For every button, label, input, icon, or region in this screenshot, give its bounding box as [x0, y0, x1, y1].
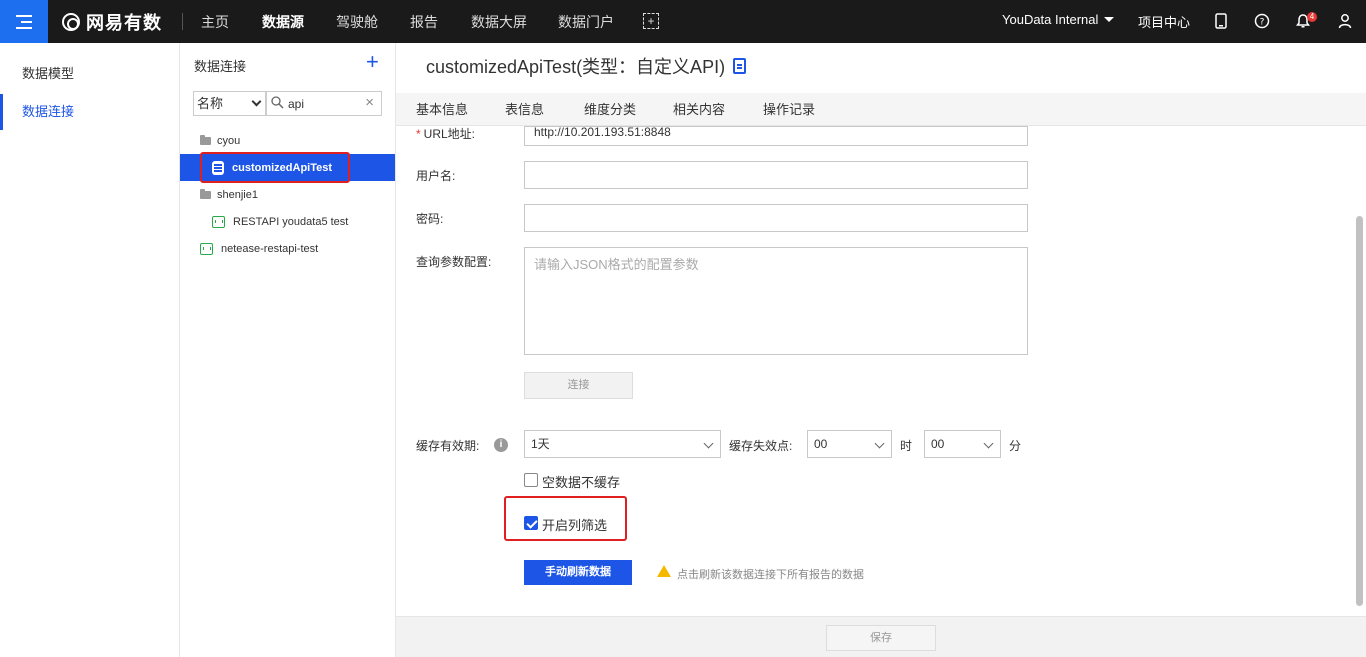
add-connection-icon[interactable]: +	[366, 51, 379, 73]
search-icon	[271, 96, 284, 109]
folder-icon	[200, 134, 211, 145]
expire-label: 缓存失效点:	[729, 439, 793, 453]
logo[interactable]: 网易有数	[62, 9, 162, 35]
scroll-thumb[interactable]	[1356, 216, 1363, 606]
query-params-textarea[interactable]: 请输入JSON格式的配置参数	[524, 247, 1028, 355]
expire-minute-select[interactable]: 00	[924, 430, 1001, 458]
filter-field-value: 名称	[197, 96, 224, 111]
chevron-down-icon	[703, 438, 714, 449]
tab-related[interactable]: 相关内容	[673, 99, 725, 118]
search-value: api	[288, 97, 305, 111]
sidebar-item-data-connection[interactable]: 数据连接	[0, 94, 179, 130]
highlight-box	[200, 152, 350, 183]
api-icon	[200, 242, 213, 255]
cache-label: 缓存有效期:	[416, 439, 480, 453]
tree-folder-shenjie1[interactable]: shenjie1	[180, 181, 395, 208]
chevron-down-icon	[1104, 17, 1115, 22]
notification-badge: 4	[1307, 12, 1317, 22]
nav-item-bigscreen[interactable]: 数据大屏	[471, 12, 527, 32]
warning-icon	[657, 565, 671, 577]
tab-basic-info[interactable]: 基本信息	[416, 99, 468, 118]
chevron-down-icon	[251, 96, 262, 107]
search-input[interactable]: api ×	[266, 91, 382, 116]
connect-button[interactable]: 连接	[524, 372, 633, 399]
tree-node-label: shenjie1	[217, 188, 258, 201]
document-icon[interactable]	[733, 58, 747, 74]
nav-item-datasource[interactable]: 数据源	[262, 12, 304, 32]
add-frame-icon[interactable]: +	[643, 13, 659, 29]
left-sidebar: 数据模型 数据连接	[0, 43, 180, 657]
tree-node-label: RESTAPI youdata5 test	[233, 215, 349, 228]
chevron-down-icon	[983, 438, 994, 449]
password-label: 密码:	[416, 212, 444, 226]
api-icon	[212, 215, 225, 228]
query-params-placeholder: 请输入JSON格式的配置参数	[534, 257, 699, 272]
page-title: customizedApiTest(类型：自定义API)	[426, 53, 747, 79]
help-icon[interactable]: ?	[1253, 12, 1271, 30]
user-menu[interactable]: YouData Internal	[1002, 12, 1115, 27]
tab-operation-log[interactable]: 操作记录	[763, 99, 815, 118]
main-content: customizedApiTest(类型：自定义API) 基本信息 表信息 维度…	[396, 43, 1366, 657]
footer-bar: 保存	[396, 616, 1366, 657]
query-params-label: 查询参数配置:	[416, 255, 492, 269]
nav-divider	[182, 13, 183, 30]
tab-table-info[interactable]: 表信息	[505, 99, 544, 118]
highlight-box	[504, 496, 627, 541]
folder-icon	[200, 188, 211, 199]
nav-item-home[interactable]: 主页	[201, 12, 229, 32]
logo-icon	[62, 13, 80, 31]
connection-tree-panel: 数据连接 + 名称 api × cyou customizedApiTest s…	[180, 43, 396, 657]
refresh-hint: 点击刷新该数据连接下所有报告的数据	[677, 569, 864, 581]
chevron-down-icon	[874, 438, 885, 449]
filter-field-select[interactable]: 名称	[193, 91, 266, 116]
tree-folder-cyou[interactable]: cyou	[180, 127, 395, 154]
scrollbar[interactable]	[1356, 126, 1363, 616]
password-field[interactable]	[524, 204, 1028, 232]
nav-item-report[interactable]: 报告	[410, 12, 438, 32]
menu-toggle-button[interactable]	[0, 0, 48, 43]
page-title-text: customizedApiTest(类型：自定义API)	[426, 57, 726, 77]
tree-node-restapi-youdata5[interactable]: RESTAPI youdata5 test	[180, 208, 395, 235]
user-avatar-icon[interactable]	[1336, 12, 1354, 30]
project-center-link[interactable]: 项目中心	[1138, 12, 1190, 31]
cache-duration-select[interactable]: 1天	[524, 430, 721, 458]
username-label: 用户名:	[416, 169, 456, 183]
tree-title: 数据连接	[194, 59, 247, 74]
nav-item-portal[interactable]: 数据门户	[558, 12, 614, 32]
svg-text:?: ?	[1260, 18, 1265, 28]
expire-minute-value: 00	[931, 437, 945, 451]
cache-duration-value: 1天	[531, 437, 550, 451]
sidebar-item-data-model[interactable]: 数据模型	[0, 56, 179, 92]
tree-node-label: cyou	[217, 134, 241, 147]
url-value: http://10.201.193.51:8848	[534, 125, 671, 139]
user-name: YouData Internal	[1002, 12, 1099, 27]
info-icon[interactable]: i	[494, 438, 508, 452]
logo-text: 网易有数	[86, 13, 162, 33]
nav-item-cockpit[interactable]: 驾驶舱	[336, 12, 378, 32]
username-field[interactable]	[524, 161, 1028, 189]
empty-no-cache-checkbox[interactable]	[524, 473, 538, 487]
expire-hour-select[interactable]: 00	[807, 430, 892, 458]
tablet-icon[interactable]	[1212, 12, 1230, 30]
clear-icon[interactable]: ×	[365, 94, 374, 111]
empty-no-cache-label: 空数据不缓存	[542, 475, 621, 490]
tree-node-label: netease-restapi-test	[221, 242, 319, 255]
tab-bar: 基本信息 表信息 维度分类 相关内容 操作记录	[396, 93, 1366, 126]
save-button[interactable]: 保存	[826, 625, 936, 651]
tree-node-netease-restapi[interactable]: netease-restapi-test	[180, 235, 395, 262]
tab-dimension[interactable]: 维度分类	[584, 99, 636, 118]
url-field[interactable]: http://10.201.193.51:8848	[524, 126, 1028, 146]
manual-refresh-button[interactable]: 手动刷新数据	[524, 560, 632, 585]
url-label: * URL地址:	[416, 127, 476, 141]
minute-unit: 分	[1009, 439, 1022, 453]
expire-hour-value: 00	[814, 437, 828, 451]
menu-icon	[16, 14, 32, 29]
top-nav: 网易有数 主页 数据源 驾驶舱 报告 数据大屏 数据门户 + YouData I…	[0, 0, 1366, 43]
hour-unit: 时	[900, 439, 913, 453]
